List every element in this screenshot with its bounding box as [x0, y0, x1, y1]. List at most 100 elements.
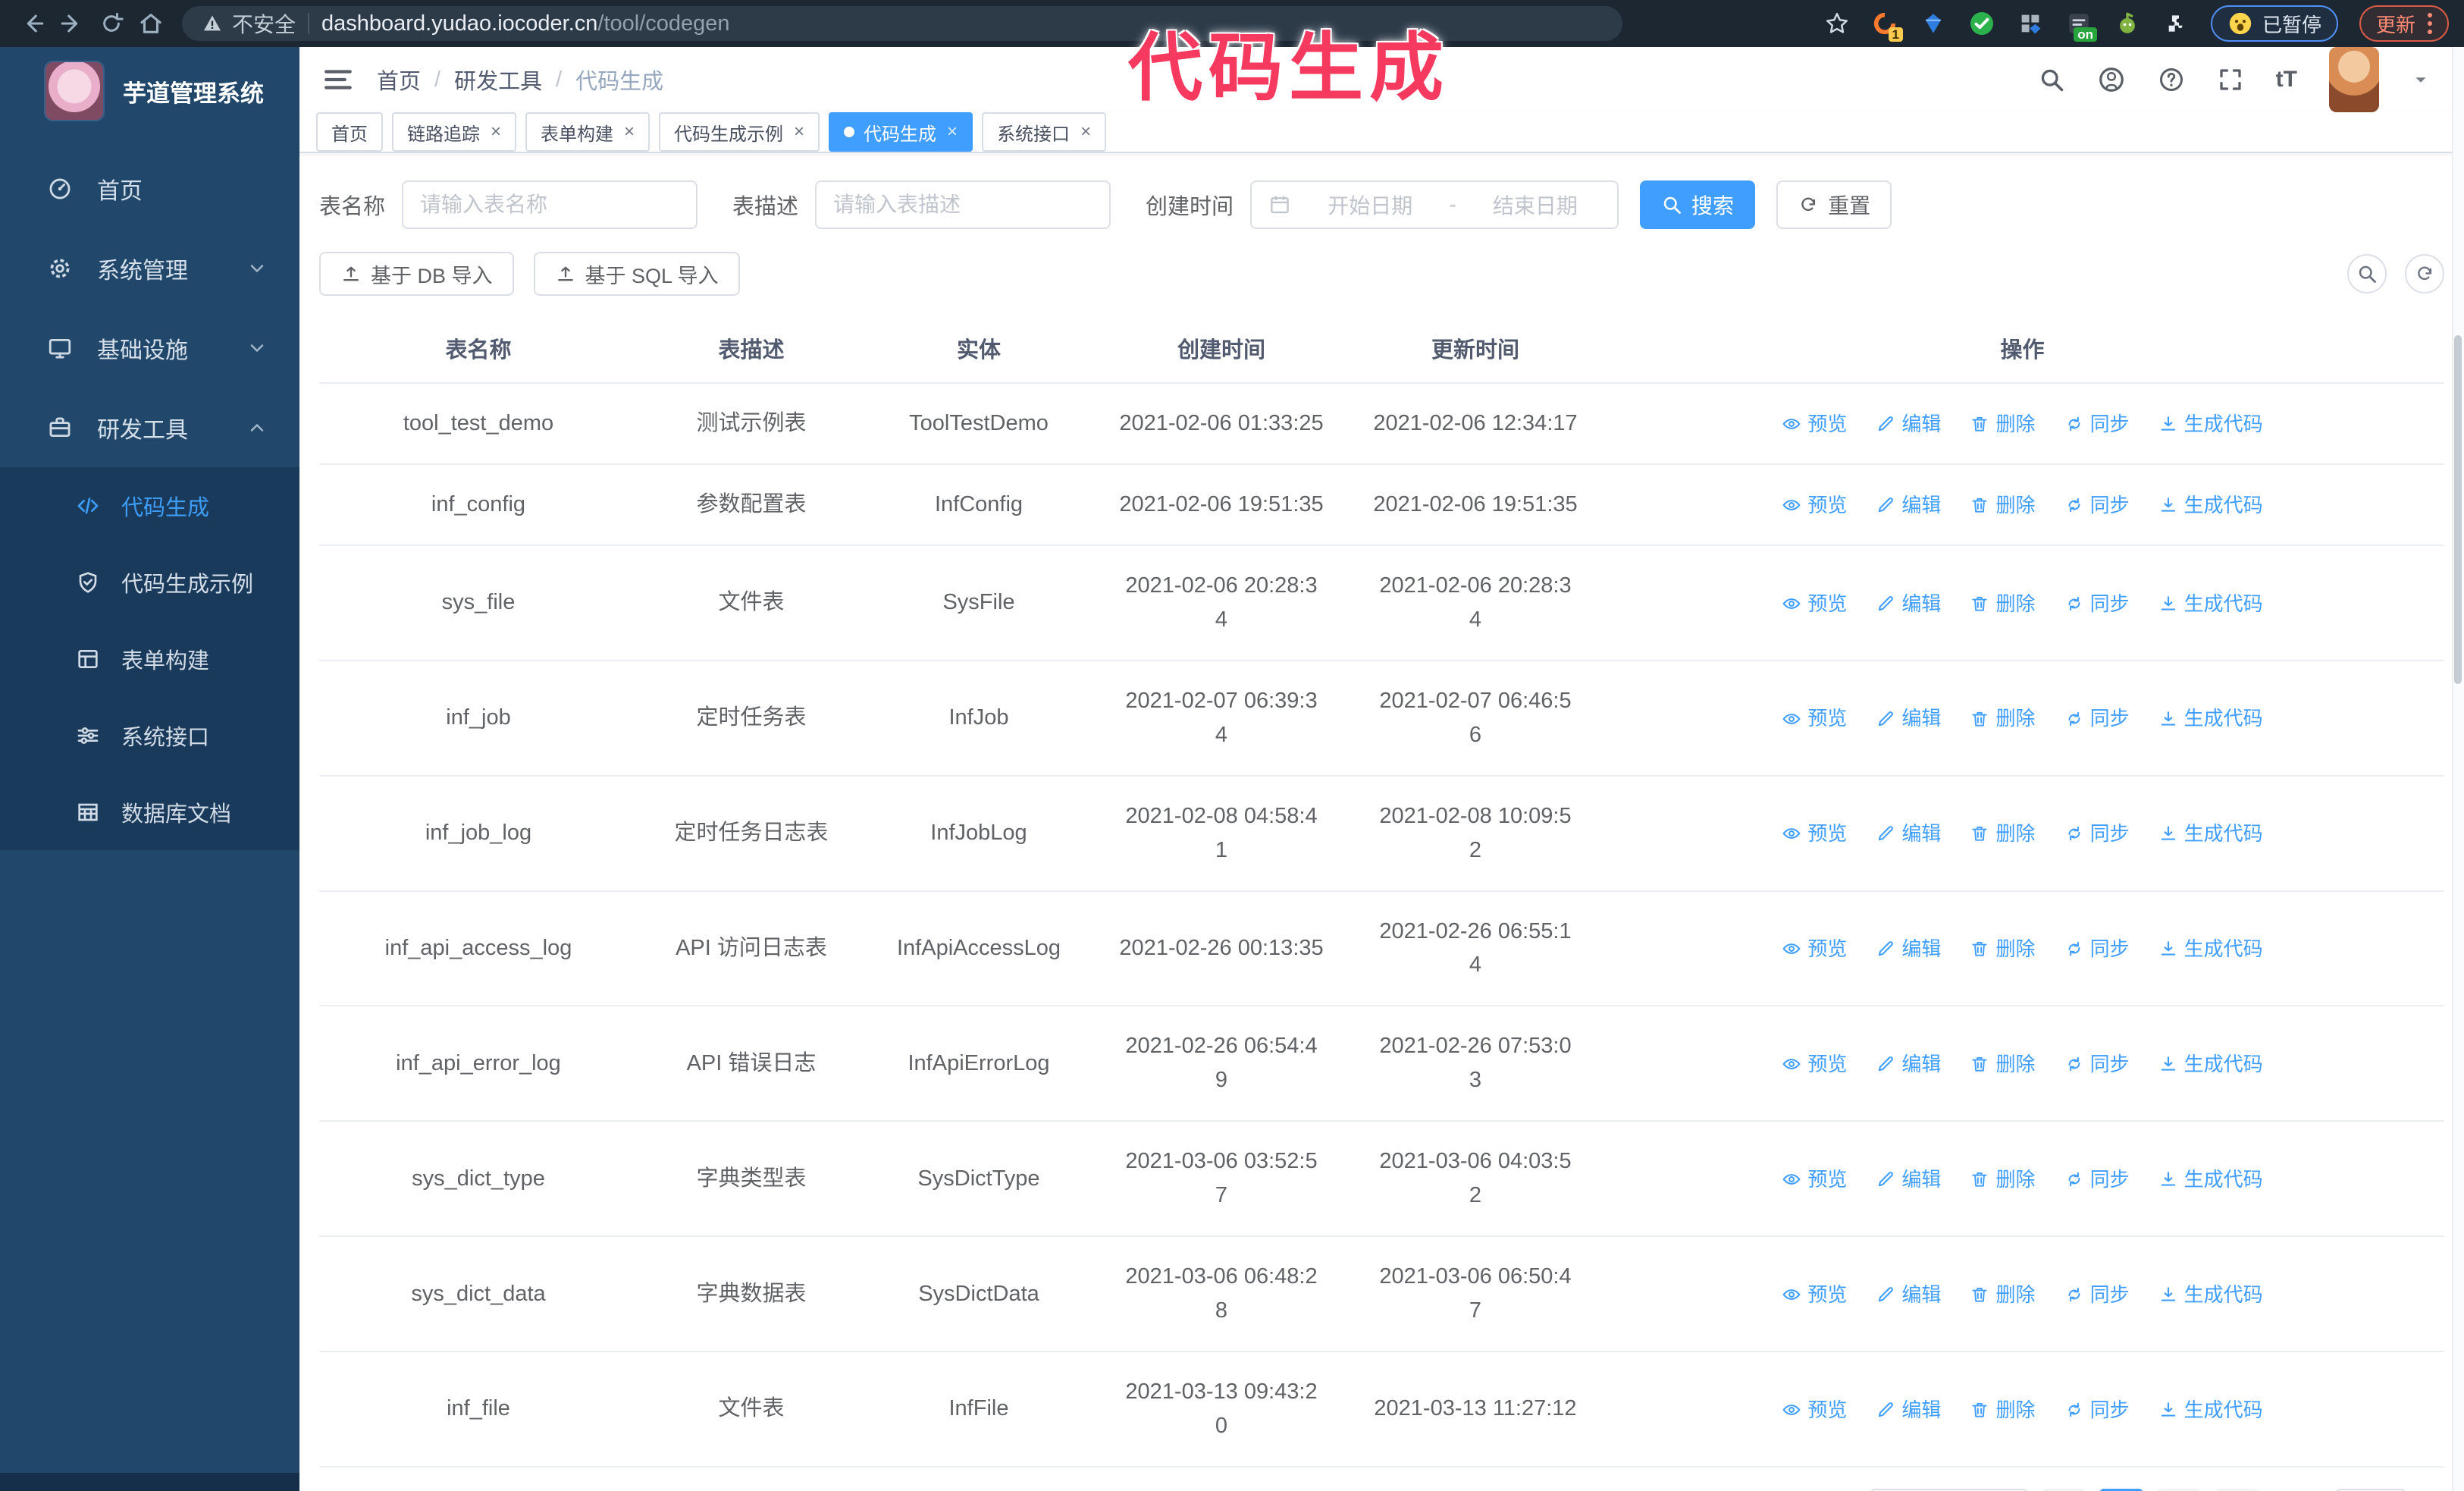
search-button[interactable]: 搜索 [1640, 180, 1756, 229]
app-logo-row[interactable]: 芋道管理系统 [0, 47, 299, 135]
preview-link[interactable]: 预览 [1782, 1279, 1847, 1310]
close-icon[interactable]: × [624, 123, 635, 141]
preview-link[interactable]: 预览 [1782, 409, 1847, 439]
sidebar-item-infrastructure[interactable]: 基础设施 [0, 308, 299, 388]
browser-home-button[interactable] [133, 6, 168, 41]
preview-link[interactable]: 预览 [1782, 589, 1847, 619]
date-range-picker[interactable]: 开始日期 - 结束日期 [1250, 180, 1619, 229]
sync-link[interactable]: 同步 [2064, 818, 2130, 849]
tab-system-api[interactable]: 系统接口 × [982, 112, 1107, 152]
address-bar[interactable]: 不安全 dashboard.yudao.iocoder.cn/tool/code… [182, 6, 1622, 41]
close-icon[interactable]: × [947, 123, 958, 141]
breadcrumb-home[interactable]: 首页 [377, 64, 421, 96]
tab-form-builder[interactable]: 表单构建 × [525, 112, 650, 152]
reset-button[interactable]: 重置 [1776, 180, 1892, 229]
avatar-caret-down-icon[interactable] [2411, 70, 2431, 89]
generate-code-link[interactable]: 生成代码 [2158, 490, 2263, 520]
scrollbar-thumb[interactable] [2454, 335, 2462, 684]
delete-link[interactable]: 删除 [1970, 1164, 2036, 1194]
grid-extension-icon[interactable] [2017, 10, 2044, 37]
more-menu-icon[interactable] [2428, 13, 2432, 34]
sidebar-item-codegen[interactable]: 代码生成 [0, 467, 299, 544]
tab-trace[interactable]: 链路追踪 × [392, 112, 517, 152]
sync-link[interactable]: 同步 [2064, 1395, 2130, 1425]
fullscreen-icon[interactable] [2217, 66, 2244, 93]
generate-code-link[interactable]: 生成代码 [2158, 1395, 2263, 1425]
hamburger-icon[interactable] [322, 64, 354, 96]
edit-link[interactable]: 编辑 [1876, 934, 1941, 964]
generate-code-link[interactable]: 生成代码 [2158, 934, 2263, 964]
puzzle-extensions-icon[interactable] [2162, 10, 2190, 37]
sidebar-item-form-builder[interactable]: 表单构建 [0, 620, 299, 697]
switch-extension-icon[interactable]: on [2065, 10, 2097, 42]
generate-code-link[interactable]: 生成代码 [2158, 703, 2263, 733]
table-desc-input[interactable] [833, 193, 1093, 217]
sidebar-collapse-bar[interactable] [0, 1473, 299, 1491]
edit-link[interactable]: 编辑 [1876, 490, 1941, 520]
tab-codegen[interactable]: 代码生成 × [829, 112, 973, 152]
sync-link[interactable]: 同步 [2064, 409, 2130, 439]
delete-link[interactable]: 删除 [1970, 490, 2036, 520]
sync-link[interactable]: 同步 [2064, 589, 2130, 619]
preview-link[interactable]: 预览 [1782, 934, 1847, 964]
import-sql-button[interactable]: 基于 SQL 导入 [533, 252, 740, 296]
generate-code-link[interactable]: 生成代码 [2158, 818, 2263, 849]
delete-link[interactable]: 删除 [1970, 409, 2036, 439]
edit-link[interactable]: 编辑 [1876, 703, 1941, 733]
browser-back-button[interactable] [15, 6, 50, 41]
vertical-scrollbar[interactable] [2452, 47, 2464, 1491]
sync-link[interactable]: 同步 [2064, 1164, 2130, 1194]
tab-codegen-example[interactable]: 代码生成示例 × [659, 112, 820, 152]
profile-paused-badge[interactable]: 已暂停 [2210, 5, 2338, 42]
edit-link[interactable]: 编辑 [1876, 818, 1941, 849]
preview-link[interactable]: 预览 [1782, 490, 1847, 520]
edit-link[interactable]: 编辑 [1876, 409, 1941, 439]
header-search-icon[interactable] [2038, 66, 2065, 93]
browser-forward-button[interactable] [55, 6, 89, 41]
adblocker-extension-icon[interactable]: 1 [1871, 10, 1903, 42]
sync-link[interactable]: 同步 [2064, 934, 2130, 964]
refresh-table-button[interactable] [2405, 254, 2444, 293]
edit-link[interactable]: 编辑 [1876, 1279, 1941, 1310]
generate-code-link[interactable]: 生成代码 [2158, 589, 2263, 619]
sync-link[interactable]: 同步 [2064, 1049, 2130, 1079]
help-icon[interactable] [2158, 66, 2185, 93]
preview-link[interactable]: 预览 [1782, 1049, 1847, 1079]
delete-link[interactable]: 删除 [1970, 1395, 2036, 1425]
import-db-button[interactable]: 基于 DB 导入 [319, 252, 514, 296]
generate-code-link[interactable]: 生成代码 [2158, 1164, 2263, 1194]
gem-extension-icon[interactable] [1920, 10, 1947, 37]
sidebar-item-system-management[interactable]: 系统管理 [0, 228, 299, 308]
close-icon[interactable]: × [794, 123, 804, 141]
delete-link[interactable]: 删除 [1970, 934, 2036, 964]
edit-link[interactable]: 编辑 [1876, 1049, 1941, 1079]
delete-link[interactable]: 删除 [1970, 1049, 2036, 1079]
sync-link[interactable]: 同步 [2064, 703, 2130, 733]
bookmark-star-icon[interactable] [1824, 11, 1850, 36]
font-size-icon[interactable]: tT [2276, 67, 2297, 93]
check-extension-icon[interactable] [1968, 10, 1995, 37]
date-start-placeholder[interactable]: 开始日期 [1305, 190, 1435, 220]
breadcrumb-dev-tools[interactable]: 研发工具 [454, 64, 542, 96]
preview-link[interactable]: 预览 [1782, 703, 1847, 733]
github-icon[interactable] [2097, 65, 2126, 94]
toggle-search-button[interactable] [2347, 254, 2387, 293]
edit-link[interactable]: 编辑 [1876, 589, 1941, 619]
delete-link[interactable]: 删除 [1970, 703, 2036, 733]
browser-reload-button[interactable] [94, 6, 129, 41]
sidebar-item-system-api[interactable]: 系统接口 [0, 697, 299, 774]
edit-link[interactable]: 编辑 [1876, 1395, 1941, 1425]
delete-link[interactable]: 删除 [1970, 1279, 2036, 1310]
edit-link[interactable]: 编辑 [1876, 1164, 1941, 1194]
user-avatar[interactable] [2329, 47, 2379, 112]
table-name-input[interactable] [420, 193, 680, 217]
generate-code-link[interactable]: 生成代码 [2158, 409, 2263, 439]
security-indicator[interactable]: 不安全 [202, 8, 296, 39]
delete-link[interactable]: 删除 [1970, 589, 2036, 619]
sidebar-item-db-docs[interactable]: 数据库文档 [0, 774, 299, 850]
close-icon[interactable]: × [1080, 123, 1091, 141]
generate-code-link[interactable]: 生成代码 [2158, 1049, 2263, 1079]
bot-extension-icon[interactable] [2114, 10, 2141, 37]
sidebar-item-dev-tools[interactable]: 研发工具 [0, 388, 299, 467]
date-end-placeholder[interactable]: 结束日期 [1470, 190, 1600, 220]
